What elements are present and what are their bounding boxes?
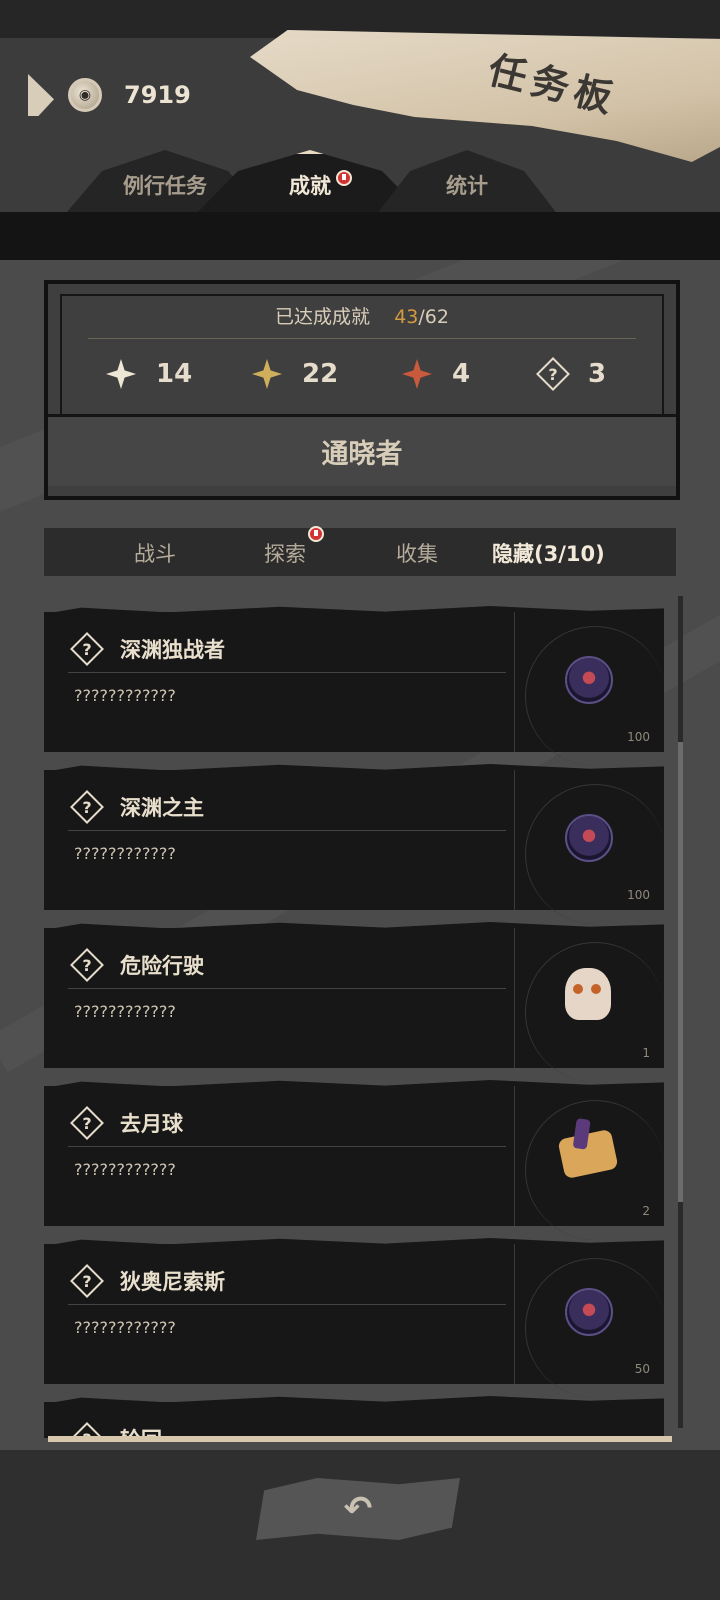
coin-icon: ◉: [68, 78, 102, 112]
category-tab-explore[interactable]: 探索: [264, 538, 306, 568]
hidden-question-icon: ?: [72, 792, 102, 822]
category-tab-hidden[interactable]: 隐藏(3/10): [492, 538, 605, 568]
hidden-question-icon: ?: [72, 634, 102, 664]
achievement-title: 危险行驶: [120, 954, 204, 978]
list-bottom-edge: [48, 1436, 672, 1442]
reward-slot: 1: [514, 928, 664, 1082]
notification-badge-icon: [336, 170, 352, 186]
stat-gold: 22: [252, 344, 338, 404]
list-item[interactable]: ? 狄奥尼索斯 ???????????? 50: [44, 1238, 664, 1398]
currency-display: ◉ 7919: [28, 74, 191, 116]
tab-label: 例行任务: [123, 174, 207, 198]
stat-value: 14: [156, 359, 193, 389]
achievement-progress: 已达成成就 43/62: [48, 302, 676, 329]
achievement-description: ????????????: [74, 686, 176, 705]
orb-icon: [565, 814, 613, 862]
stat-hidden: ? 3: [538, 344, 606, 404]
back-button[interactable]: ↶: [256, 1478, 460, 1540]
achievement-title: 去月球: [120, 1112, 183, 1136]
tab-label: 成就: [289, 174, 331, 198]
reward-slot: 100: [514, 612, 664, 766]
red-star-icon: [402, 359, 432, 389]
category-tab-collect[interactable]: 收集: [396, 538, 438, 568]
category-tab-combat[interactable]: 战斗: [134, 538, 176, 568]
achievement-title: 深渊之主: [120, 796, 204, 820]
list-item[interactable]: ? 深渊之主 ???????????? 100: [44, 764, 664, 924]
achievement-summary-panel: 已达成成就 43/62 14 22 4 ? 3 通晓者: [44, 280, 680, 500]
main-tabs: 例行任务 成就 统计: [0, 150, 720, 220]
achievement-description: ????????????: [74, 1160, 176, 1179]
header-divider: [0, 212, 720, 260]
gold-star-icon: [252, 359, 282, 389]
stat-value: 22: [302, 359, 339, 389]
achievement-list[interactable]: ? 深渊独战者 ???????????? 100 ? 深渊之主 ????????…: [44, 590, 664, 1438]
corner-decoration: [28, 74, 54, 116]
hidden-question-icon: ?: [538, 359, 568, 389]
reward-count: 100: [627, 888, 650, 902]
category-tabs: 战斗 探索 收集 隐藏(3/10): [44, 526, 676, 576]
hidden-question-icon: ?: [72, 1108, 102, 1138]
orb-icon: [565, 1288, 613, 1336]
reward-slot: 100: [514, 770, 664, 924]
stat-red: 4: [402, 344, 470, 404]
progress-total: 62: [424, 306, 449, 328]
stat-value: 3: [588, 359, 607, 389]
progress-label: 已达成成就: [275, 306, 371, 328]
earned-title: 通晓者: [321, 439, 403, 470]
scrollbar-thumb[interactable]: [678, 742, 683, 1202]
achievement-title: 狄奥尼索斯: [120, 1270, 225, 1294]
reward-count: 2: [642, 1204, 650, 1218]
reward-slot: 2: [514, 1086, 664, 1240]
list-item[interactable]: ? 危险行驶 ???????????? 1: [44, 922, 664, 1082]
orb-icon: [565, 656, 613, 704]
achievement-title: 深渊独战者: [120, 638, 225, 662]
stat-white: 14: [106, 344, 192, 404]
achievement-description: ????????????: [74, 1318, 176, 1337]
tab-statistics[interactable]: 统计: [372, 150, 562, 220]
back-arrow-icon: ↶: [343, 1489, 373, 1529]
stat-value: 4: [452, 359, 471, 389]
skull-icon: [565, 968, 611, 1020]
reward-count: 1: [642, 1046, 650, 1060]
list-item[interactable]: ? 去月球 ???????????? 2: [44, 1080, 664, 1240]
reward-count: 50: [634, 1362, 650, 1376]
list-item[interactable]: ? 轮回: [44, 1396, 664, 1438]
achievement-description: ????????????: [74, 844, 176, 863]
coin-amount: 7919: [124, 81, 191, 109]
tab-label: 统计: [446, 174, 488, 198]
list-item[interactable]: ? 深渊独战者 ???????????? 100: [44, 606, 664, 766]
hidden-question-icon: ?: [72, 1266, 102, 1296]
hidden-question-icon: ?: [72, 950, 102, 980]
achievement-stats: 14 22 4 ? 3: [48, 344, 676, 404]
reward-count: 100: [627, 730, 650, 744]
progress-current: 43: [394, 306, 419, 328]
achievement-description: ????????????: [74, 1002, 176, 1021]
white-star-icon: [106, 359, 136, 389]
reward-slot: 50: [514, 1244, 664, 1398]
notification-badge-icon: [308, 526, 324, 542]
